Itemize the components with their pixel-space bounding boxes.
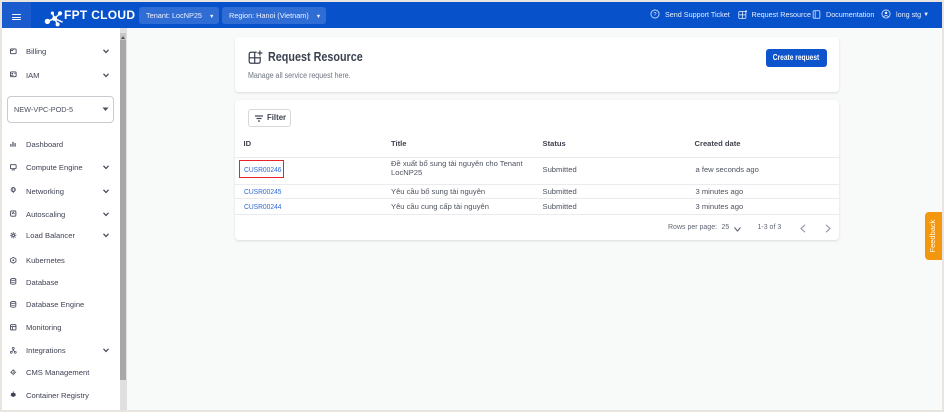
svg-text:?: ? [653, 12, 656, 18]
